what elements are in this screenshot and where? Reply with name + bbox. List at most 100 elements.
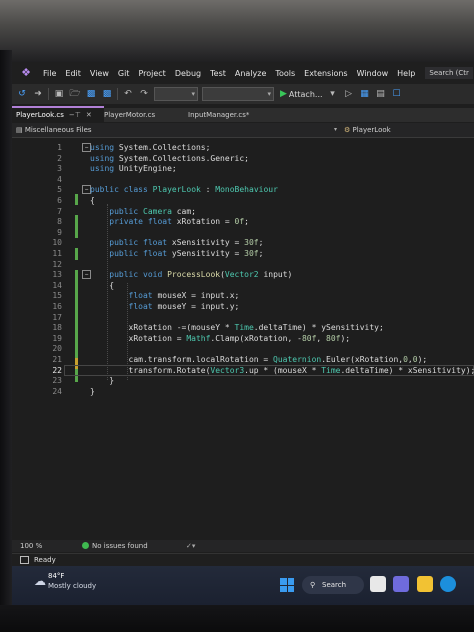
line-number: 9 xyxy=(57,227,62,237)
weather-temperature[interactable]: 84°F xyxy=(48,572,64,580)
navigation-bar: ▤ Miscellaneous Files ▾ ⚙ PlayerLook xyxy=(12,123,474,138)
line-number: 18 xyxy=(52,323,62,333)
project-dropdown[interactable]: ▤ Miscellaneous Files xyxy=(16,123,92,137)
code-line[interactable]: 8 private float xRotation = 0f; xyxy=(12,216,474,227)
code-line[interactable]: 16 float mouseY = input.y; xyxy=(12,301,474,312)
solution-platform-dropdown[interactable]: ▾ xyxy=(202,87,274,101)
code-text: { xyxy=(90,280,115,290)
menu-window[interactable]: Window xyxy=(357,69,389,78)
code-text: float mouseY = input.y; xyxy=(128,302,240,311)
play-icon[interactable]: ▶ xyxy=(280,89,287,99)
edge-browser-icon[interactable] xyxy=(440,576,456,592)
code-line[interactable]: 14 { xyxy=(12,280,474,291)
save-all-icon[interactable]: ▩ xyxy=(101,88,113,100)
menu-analyze[interactable]: Analyze xyxy=(235,69,267,78)
save-icon[interactable]: ▩ xyxy=(85,88,97,100)
attach-button[interactable]: Attach... xyxy=(289,90,323,99)
menu-tools[interactable]: Tools xyxy=(275,69,295,78)
monitor-bezel-top xyxy=(0,0,474,62)
toolbar-separator xyxy=(117,88,118,100)
menu-test[interactable]: Test xyxy=(210,69,226,78)
menu-debug[interactable]: Debug xyxy=(175,69,201,78)
tab-playerlook[interactable]: PlayerLook.cs −⊤ ✕ xyxy=(12,106,104,122)
undo-icon[interactable]: ↶ xyxy=(122,88,134,100)
code-line[interactable]: 20 xyxy=(12,343,474,354)
code-line[interactable]: 3 using UnityEngine; xyxy=(12,163,474,174)
weather-condition[interactable]: Mostly cloudy xyxy=(48,582,96,590)
code-line[interactable]: 13− public void ProcessLook(Vector2 inpu… xyxy=(12,269,474,280)
code-cleanup-icon[interactable]: ✓▾ xyxy=(186,540,195,552)
code-line[interactable]: 11 public float ySensitivity = 30f; xyxy=(12,248,474,259)
issues-label: No issues found xyxy=(92,542,148,550)
code-line[interactable]: 23 } xyxy=(12,375,474,386)
cloud-icon[interactable]: ☁ xyxy=(34,574,46,588)
code-line[interactable]: 24} xyxy=(12,386,474,397)
code-text: public Camera cam; xyxy=(109,206,196,216)
line-number: 15 xyxy=(52,291,62,301)
bookmark-icon[interactable]: ☐ xyxy=(391,88,403,100)
menu-file[interactable]: File xyxy=(43,69,56,78)
step-icon[interactable]: ▷ xyxy=(343,88,355,100)
code-editor[interactable]: 1− using System.Collections; 2 using System… xyxy=(12,138,474,538)
code-line[interactable]: 17 xyxy=(12,312,474,323)
taskbar-search[interactable]: ⚲ Search xyxy=(302,576,364,594)
code-line[interactable]: 1− using System.Collections; xyxy=(12,142,474,153)
code-line[interactable]: 9 xyxy=(12,227,474,238)
menu-extensions[interactable]: Extensions xyxy=(304,69,347,78)
chevron-down-icon[interactable]: ▾ xyxy=(327,88,339,100)
line-number: 2 xyxy=(57,153,62,163)
code-line[interactable]: 2 using System.Collections.Generic; xyxy=(12,153,474,164)
menu-view[interactable]: View xyxy=(90,69,109,78)
visual-studio-logo-icon[interactable]: ❖ xyxy=(18,66,34,80)
line-number: 13 xyxy=(52,270,62,280)
search-box[interactable]: Search (Ctr xyxy=(425,67,473,79)
file-icon: ▤ xyxy=(16,126,23,134)
menu-help[interactable]: Help xyxy=(397,69,415,78)
code-line[interactable]: 21 cam.transform.localRotation = Quatern… xyxy=(12,354,474,365)
teams-icon[interactable] xyxy=(393,576,409,592)
code-text: xRotation -=(mouseY * Time.deltaTime) * … xyxy=(90,323,384,333)
code-text: } xyxy=(90,386,95,396)
file-explorer-icon[interactable] xyxy=(417,576,433,592)
code-line[interactable]: 18 xRotation -=(mouseY * Time.deltaTime)… xyxy=(12,322,474,333)
back-icon[interactable]: ↺ xyxy=(16,88,28,100)
code-line[interactable]: 22 transform.Rotate(Vector3.up * (mouseX… xyxy=(12,364,474,376)
diagnostics-icon[interactable]: ▤ xyxy=(375,88,387,100)
member-label: PlayerLook xyxy=(352,126,391,134)
line-number: 16 xyxy=(52,302,62,311)
line-number: 4 xyxy=(57,174,62,184)
redo-icon[interactable]: ↷ xyxy=(138,88,150,100)
code-line[interactable]: 12 xyxy=(12,259,474,270)
windows-start-icon[interactable] xyxy=(280,578,294,592)
forward-icon[interactable]: ➜ xyxy=(32,88,44,100)
code-line[interactable]: 5− public class PlayerLook : MonoBehaviou… xyxy=(12,184,474,195)
close-icon[interactable]: ✕ xyxy=(86,111,92,119)
code-line[interactable]: 7 public Camera cam; xyxy=(12,206,474,217)
code-line[interactable]: 19 xRotation = Mathf.Clamp(xRotation, -8… xyxy=(12,333,474,344)
pin-icon[interactable]: −⊤ xyxy=(69,111,81,119)
new-item-icon[interactable]: ▣ xyxy=(53,88,65,100)
chevron-down-icon[interactable]: ▾ xyxy=(334,123,337,137)
project-label: Miscellaneous Files xyxy=(24,126,92,134)
line-number: 7 xyxy=(57,206,62,216)
hot-reload-icon[interactable]: ▦ xyxy=(359,88,371,100)
code-text: transform.Rotate(Vector3.up * (mouseX * … xyxy=(90,365,474,375)
tab-playermotor[interactable]: PlayerMotor.cs xyxy=(100,108,184,122)
issues-indicator[interactable]: No issues found xyxy=(82,540,148,552)
menu-project[interactable]: Project xyxy=(138,69,165,78)
line-number: 1 xyxy=(57,143,62,152)
code-text: using System.Collections.Generic; xyxy=(90,153,249,163)
code-line[interactable]: 4 xyxy=(12,174,474,185)
solution-configuration-dropdown[interactable]: ▾ xyxy=(154,87,198,101)
open-folder-icon[interactable]: 🗁 xyxy=(69,88,81,100)
code-line[interactable]: 15 float mouseX = input.x; xyxy=(12,290,474,301)
menu-edit[interactable]: Edit xyxy=(65,69,81,78)
menu-git[interactable]: Git xyxy=(118,69,130,78)
code-line[interactable]: 6{ xyxy=(12,195,474,206)
code-text: } xyxy=(90,376,115,386)
member-dropdown[interactable]: ⚙ PlayerLook xyxy=(344,123,391,137)
code-line[interactable]: 10 public float xSensitivity = 30f; xyxy=(12,237,474,248)
tab-inputmanager[interactable]: InputManager.cs* xyxy=(184,108,278,122)
zoom-level[interactable]: 100 % xyxy=(20,540,42,552)
task-view-icon[interactable] xyxy=(370,576,386,592)
